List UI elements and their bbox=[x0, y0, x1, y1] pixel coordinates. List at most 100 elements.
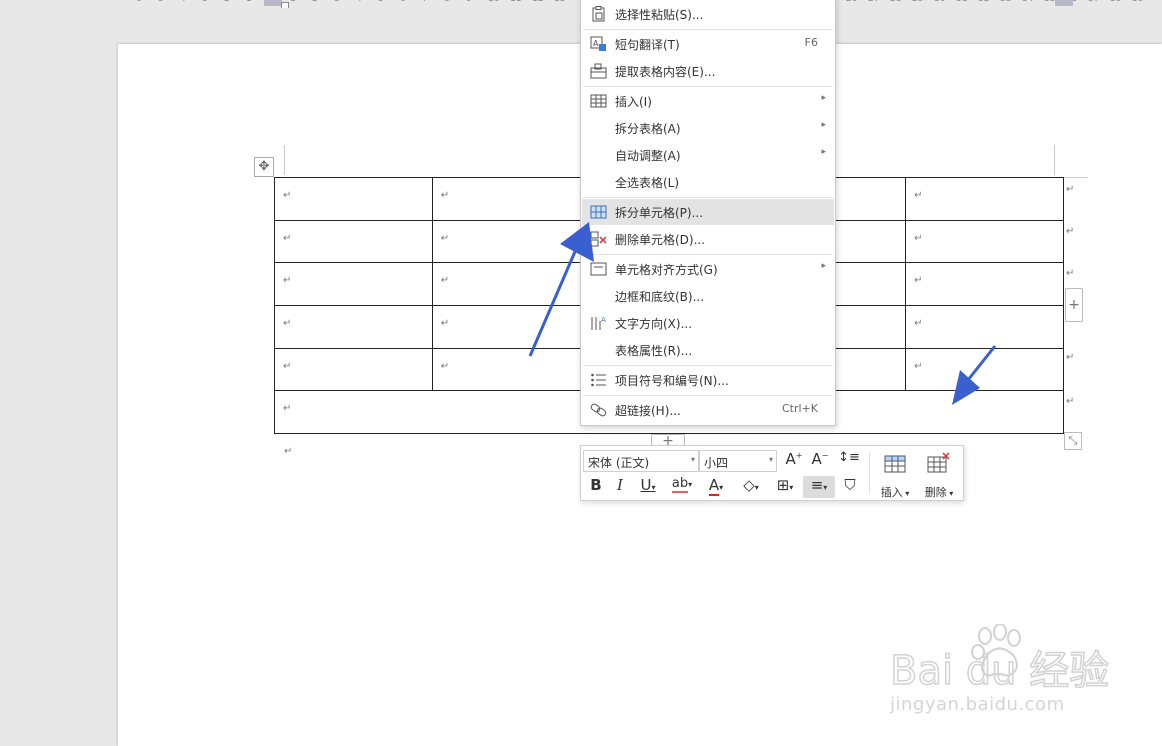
underline-button[interactable]: U▾ bbox=[633, 476, 663, 498]
watermark-url: jingyan.baidu.com bbox=[890, 694, 1065, 715]
menu-item-label: 超链接(H)... bbox=[615, 404, 681, 418]
submenu-arrow-icon: ▸ bbox=[821, 93, 826, 103]
row-end-mark: ↵ bbox=[1066, 396, 1075, 407]
menu-item-label: 单元格对齐方式(G) bbox=[615, 263, 718, 277]
menu-item-text-direction[interactable]: A 文字方向(X)... bbox=[582, 310, 834, 336]
ruler-number: 2 bbox=[224, 0, 230, 4]
table-delete-button[interactable]: 删除 ▾ bbox=[919, 450, 959, 499]
table-cell[interactable]: ↵ bbox=[905, 262, 1064, 306]
shortcut-label: Ctrl+K bbox=[781, 402, 818, 415]
submenu-arrow-icon: ▸ bbox=[821, 261, 826, 271]
table-cell[interactable]: ↵ bbox=[431, 177, 591, 221]
ruler-indent-marker[interactable] bbox=[281, 2, 289, 8]
table-cell[interactable]: ↵ bbox=[905, 219, 1064, 264]
table-cell[interactable]: ↵ bbox=[905, 177, 1064, 221]
menu-item-label: 短句翻译(T) bbox=[615, 38, 680, 52]
menu-item-delete-cells[interactable]: 删除单元格(D)... bbox=[582, 226, 834, 252]
menu-item-table-properties[interactable]: 表格属性(R)... bbox=[582, 337, 834, 363]
crop-guide bbox=[284, 145, 285, 175]
menu-item-label: 选择性粘贴(S)... bbox=[615, 8, 704, 22]
menu-item-label: 边框和底纹(B)... bbox=[615, 290, 705, 304]
row-end-mark: ↵ bbox=[1066, 184, 1075, 195]
ruler-number: 3 bbox=[202, 0, 208, 4]
table-cell[interactable]: ↵ bbox=[431, 347, 591, 392]
table-cell[interactable]: ↵ bbox=[274, 219, 433, 264]
menu-item-extract-table[interactable]: 提取表格内容(E)... bbox=[582, 58, 834, 84]
add-row-button[interactable]: + bbox=[1065, 288, 1083, 322]
ruler-number: 4 bbox=[180, 0, 186, 4]
menu-item-label: 文字方向(X)... bbox=[615, 317, 693, 331]
table-insert-icon bbox=[590, 94, 607, 108]
font-color-button[interactable]: A▾ bbox=[701, 476, 731, 498]
shading-button[interactable]: ◇▾ bbox=[735, 476, 767, 498]
ruler-number: 5 bbox=[378, 0, 384, 4]
line-spacing-button[interactable]: ↕≡ bbox=[835, 450, 863, 472]
table-resize-icon[interactable]: ⤡ bbox=[1064, 432, 1082, 450]
crop-guide bbox=[1064, 177, 1088, 178]
menu-item-hyperlink[interactable]: 超链接(H)... Ctrl+K bbox=[582, 397, 834, 423]
borders-button[interactable]: ⊞▾ bbox=[769, 476, 801, 498]
menu-item-label: 项目符号和编号(N)... bbox=[615, 374, 729, 388]
table-cell[interactable]: ↵ bbox=[431, 262, 591, 306]
align-justify-icon: ≡ bbox=[810, 476, 824, 494]
table-cell[interactable]: ↵ bbox=[274, 262, 433, 306]
ruler-number: 6 bbox=[400, 0, 406, 4]
menu-item-translate[interactable]: A 短句翻译(T) F6 bbox=[582, 31, 834, 57]
table-cell[interactable]: ↵ bbox=[431, 219, 591, 264]
ruler-number: 29 bbox=[912, 0, 923, 4]
menu-separator bbox=[583, 86, 833, 87]
grow-font-icon: A+ bbox=[785, 450, 803, 468]
menu-item-split-cells[interactable]: 拆分单元格(P)... bbox=[582, 199, 834, 225]
row-end-mark: ↵ bbox=[1066, 268, 1075, 279]
table-insert-button[interactable]: 插入 ▾ bbox=[875, 450, 915, 499]
extract-table-icon bbox=[590, 63, 607, 79]
translate-icon: A bbox=[590, 36, 606, 51]
menu-item-label: 表格属性(R)... bbox=[615, 344, 693, 358]
menu-item-label: 全选表格(L) bbox=[615, 176, 680, 190]
bold-button[interactable]: B bbox=[585, 476, 607, 498]
table-cell[interactable]: ↵ bbox=[431, 304, 591, 349]
ruler-right-margin-marker[interactable] bbox=[1055, 0, 1073, 6]
font-size-value: 小四 bbox=[704, 456, 729, 470]
font-size-select[interactable]: 小四 ▾ bbox=[699, 450, 777, 472]
table-cell[interactable]: ↵ bbox=[905, 304, 1064, 349]
toolbar-separator bbox=[869, 452, 870, 494]
table-cell[interactable]: ↵ bbox=[905, 347, 1064, 392]
table-cell[interactable]: ↵ bbox=[274, 304, 433, 349]
paint-bucket-icon: ◇ bbox=[743, 476, 755, 494]
italic-button[interactable]: I bbox=[609, 476, 631, 498]
crop-guide bbox=[1054, 145, 1055, 175]
shortcut-label: F6 bbox=[804, 36, 818, 49]
table-delete-label: 删除 ▾ bbox=[924, 486, 954, 499]
italic-icon: I bbox=[617, 476, 623, 494]
font-name-select[interactable]: 宋体 (正文) ▾ bbox=[583, 450, 699, 472]
watermark-brand: Bai du 经验 bbox=[890, 648, 1109, 694]
split-cell-icon bbox=[590, 205, 607, 219]
table-cell[interactable]: ↵ bbox=[274, 177, 433, 221]
ruler-number: 26 bbox=[846, 0, 857, 4]
menu-item-split-table[interactable]: 拆分表格(A) ▸ bbox=[582, 115, 834, 141]
ruler-number: 12 bbox=[532, 0, 543, 4]
menu-item-borders-shading[interactable]: 边框和底纹(B)... bbox=[582, 283, 834, 309]
menu-item-autofit[interactable]: 自动调整(A) ▸ bbox=[582, 142, 834, 168]
menu-item-paste-special[interactable]: 选择性粘贴(S)... bbox=[582, 1, 834, 27]
ruler-number: 27 bbox=[868, 0, 879, 4]
align-button[interactable]: ≡▾ bbox=[803, 476, 835, 498]
ruler-left-margin-marker[interactable] bbox=[264, 0, 282, 6]
format-painter-button[interactable]: ⛉ bbox=[839, 476, 861, 498]
menu-item-cell-alignment[interactable]: 单元格对齐方式(G) ▸ bbox=[582, 256, 834, 282]
menu-item-insert[interactable]: 插入(I) ▸ bbox=[582, 88, 834, 114]
menu-item-bullets-numbering[interactable]: 项目符号和编号(N)... bbox=[582, 367, 834, 393]
table-move-handle-icon[interactable]: ✥ bbox=[254, 157, 274, 177]
svg-text:A: A bbox=[593, 39, 599, 48]
grow-font-button[interactable]: A+ bbox=[783, 450, 805, 472]
ruler-number: 28 bbox=[890, 0, 901, 4]
ruler-number: 31 bbox=[956, 0, 967, 4]
font-color-icon: A bbox=[708, 476, 720, 496]
menu-separator bbox=[583, 254, 833, 255]
ruler-number: 13 bbox=[554, 0, 565, 4]
shrink-font-button[interactable]: A− bbox=[809, 450, 831, 472]
highlight-button[interactable]: ab▾ bbox=[667, 476, 697, 498]
menu-item-select-table[interactable]: 全选表格(L) bbox=[582, 169, 834, 195]
table-cell[interactable]: ↵ bbox=[274, 347, 433, 392]
